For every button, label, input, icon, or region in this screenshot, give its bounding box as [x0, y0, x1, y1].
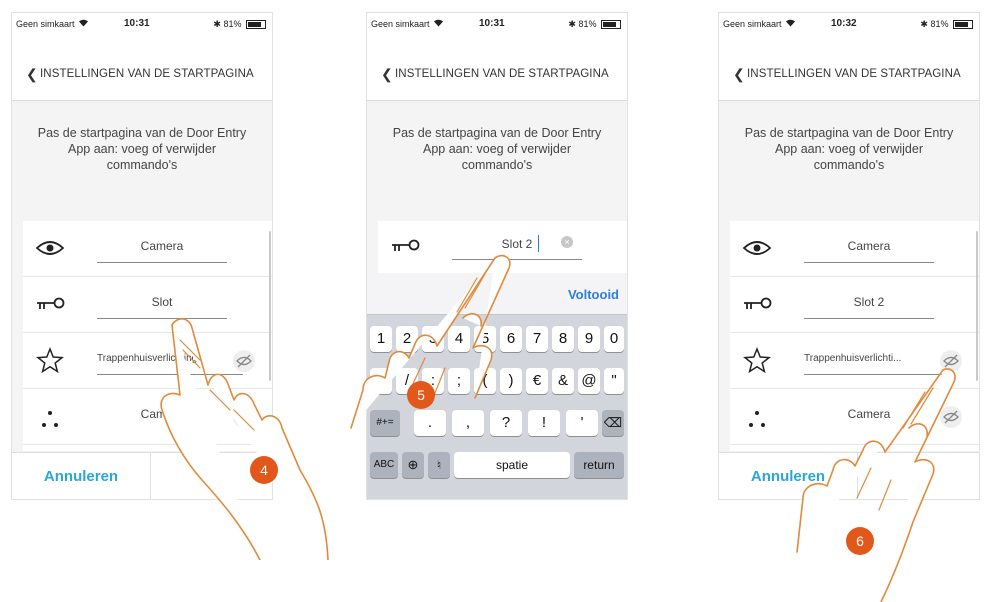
pointing-hand-illustration-1: [160, 318, 329, 560]
dots-icon: [42, 411, 58, 427]
nav-bar: ❮ INSTELLINGEN VAN DE STARTPAGINA: [719, 35, 979, 101]
status-bar: Geen simkaart 10:31 ✱ 81%: [12, 13, 272, 35]
star-icon: [743, 347, 771, 373]
globe-icon[interactable]: ⊕: [402, 452, 424, 478]
key[interactable]: &: [552, 368, 574, 394]
clock: 10:31: [479, 18, 505, 29]
list-item-camera[interactable]: Camera: [23, 221, 272, 277]
intro-text: Pas de startpagina van de Door Entry App…: [392, 126, 602, 172]
done-button[interactable]: Voltooid: [568, 287, 619, 302]
cancel-button[interactable]: Annuleren: [12, 453, 151, 499]
intro-text: Pas de startpagina van de Door Entry App…: [744, 126, 954, 172]
carrier-label: Geen simkaart: [16, 19, 75, 29]
battery-indicator: ✱ 81%: [568, 19, 621, 30]
wifi-icon: [79, 19, 88, 27]
clear-icon[interactable]: ×: [561, 236, 573, 248]
status-bar: Geen simkaart 10:32 ✱ 81%: [719, 13, 979, 35]
step-badge: 4: [250, 456, 278, 484]
wifi-icon: [434, 19, 443, 27]
key[interactable]: ": [604, 368, 624, 394]
key[interactable]: 7: [526, 326, 548, 352]
key[interactable]: 9: [578, 326, 600, 352]
chevron-left-icon[interactable]: ❮: [26, 66, 38, 83]
scrollbar[interactable]: [976, 231, 978, 381]
nav-bar: ❮ INSTELLINGEN VAN DE STARTPAGINA: [367, 35, 627, 101]
key-icon: [744, 297, 772, 309]
carrier-label: Geen simkaart: [723, 19, 782, 29]
nav-bar: ❮ INSTELLINGEN VAN DE STARTPAGINA: [12, 35, 272, 101]
step-badge: 5: [407, 381, 435, 409]
microphone-icon[interactable]: ♮: [428, 452, 450, 478]
abc-key[interactable]: ABC: [370, 452, 398, 478]
battery-indicator: ✱ 81%: [213, 19, 266, 30]
key[interactable]: ': [566, 410, 598, 436]
key[interactable]: 0: [604, 326, 624, 352]
command-label[interactable]: Slot 2: [804, 295, 934, 309]
dots-icon: [749, 411, 765, 427]
pointing-hand-illustration-2: [350, 254, 511, 429]
battery-icon: [601, 20, 621, 30]
status-bar: Geen simkaart 10:31 ✱ 81%: [367, 13, 627, 35]
step-badge: 6: [846, 527, 874, 555]
battery-icon: [246, 20, 266, 30]
key-icon: [37, 297, 65, 309]
space-key[interactable]: spatie: [454, 452, 570, 478]
key[interactable]: @: [578, 368, 600, 394]
wifi-icon: [786, 19, 795, 27]
command-label[interactable]: Camera: [97, 239, 227, 253]
chevron-left-icon[interactable]: ❮: [381, 66, 393, 83]
bluetooth-icon: ✱: [213, 19, 221, 29]
text-cursor: [538, 235, 539, 252]
pointing-hand-illustration-3: [796, 368, 956, 602]
eye-icon: [742, 241, 772, 255]
clock: 10:31: [124, 18, 150, 29]
chevron-left-icon[interactable]: ❮: [733, 66, 745, 83]
key[interactable]: !: [528, 410, 560, 436]
battery-indicator: ✱ 81%: [920, 19, 973, 30]
eye-icon: [35, 241, 65, 255]
command-label[interactable]: Camera: [804, 239, 934, 253]
backspace-icon[interactable]: ⌫: [602, 410, 624, 436]
intro-text: Pas de startpagina van de Door Entry App…: [37, 126, 247, 172]
page-title: INSTELLINGEN VAN DE STARTPAGINA: [395, 68, 609, 80]
page-title: INSTELLINGEN VAN DE STARTPAGINA: [40, 68, 254, 80]
list-item-camera[interactable]: Camera: [730, 221, 979, 277]
key[interactable]: €: [526, 368, 548, 394]
page-title: INSTELLINGEN VAN DE STARTPAGINA: [747, 68, 961, 80]
clock: 10:32: [831, 18, 857, 29]
list-item-slot-2[interactable]: Slot 2: [730, 277, 979, 333]
carrier-label: Geen simkaart: [371, 19, 430, 29]
return-key[interactable]: return: [574, 452, 624, 478]
key[interactable]: 8: [552, 326, 574, 352]
star-icon: [36, 347, 64, 373]
bluetooth-icon: ✱: [920, 19, 928, 29]
bluetooth-icon: ✱: [568, 19, 576, 29]
battery-icon: [953, 20, 973, 30]
